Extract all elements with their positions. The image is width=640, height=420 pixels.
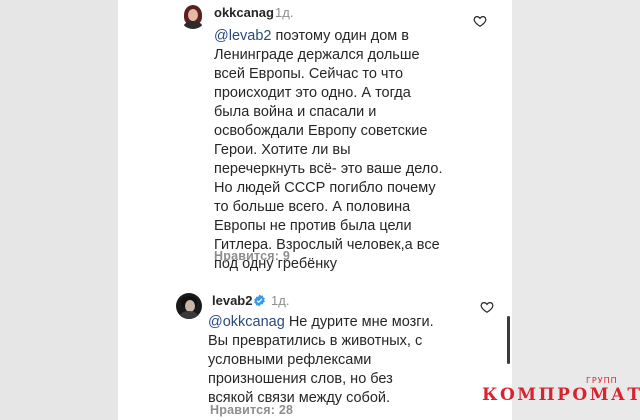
verified-badge-icon: [254, 294, 265, 307]
watermark-sub: ГРУПП: [586, 376, 618, 385]
heart-icon[interactable]: [480, 300, 494, 314]
watermark: ГРУПП КОМПРОМАТ: [478, 376, 640, 416]
comment-time: 1д.: [275, 5, 294, 20]
comment-mention[interactable]: @okkcanag: [208, 314, 285, 330]
comment-mention[interactable]: @levab2: [214, 28, 271, 44]
comment-username[interactable]: okkcanag: [214, 5, 274, 20]
comment-username[interactable]: levab2: [212, 293, 252, 308]
likes-count[interactable]: Нравится: 28: [210, 403, 293, 417]
avatar-okkcanag[interactable]: [180, 3, 206, 29]
scrollbar[interactable]: [507, 316, 510, 364]
comments-panel: okkcanag 1д. @levab2 поэтому один дом в …: [118, 0, 512, 420]
watermark-main: КОМПРОМАТ: [482, 385, 640, 405]
heart-icon[interactable]: [473, 14, 487, 28]
comment-time: 1д.: [271, 293, 290, 308]
comment-text: @okkcanag Не дурите мне мозги. Вы превра…: [208, 313, 498, 408]
likes-count[interactable]: Нравится: 9: [214, 249, 290, 263]
comment-body: поэтому один дом в Ленинграде держался д…: [214, 28, 443, 272]
avatar-levab2[interactable]: [176, 293, 202, 319]
left-background: [0, 0, 118, 420]
comment-text: @levab2 поэтому один дом в Ленинграде де…: [214, 27, 499, 274]
right-background: [512, 0, 640, 420]
